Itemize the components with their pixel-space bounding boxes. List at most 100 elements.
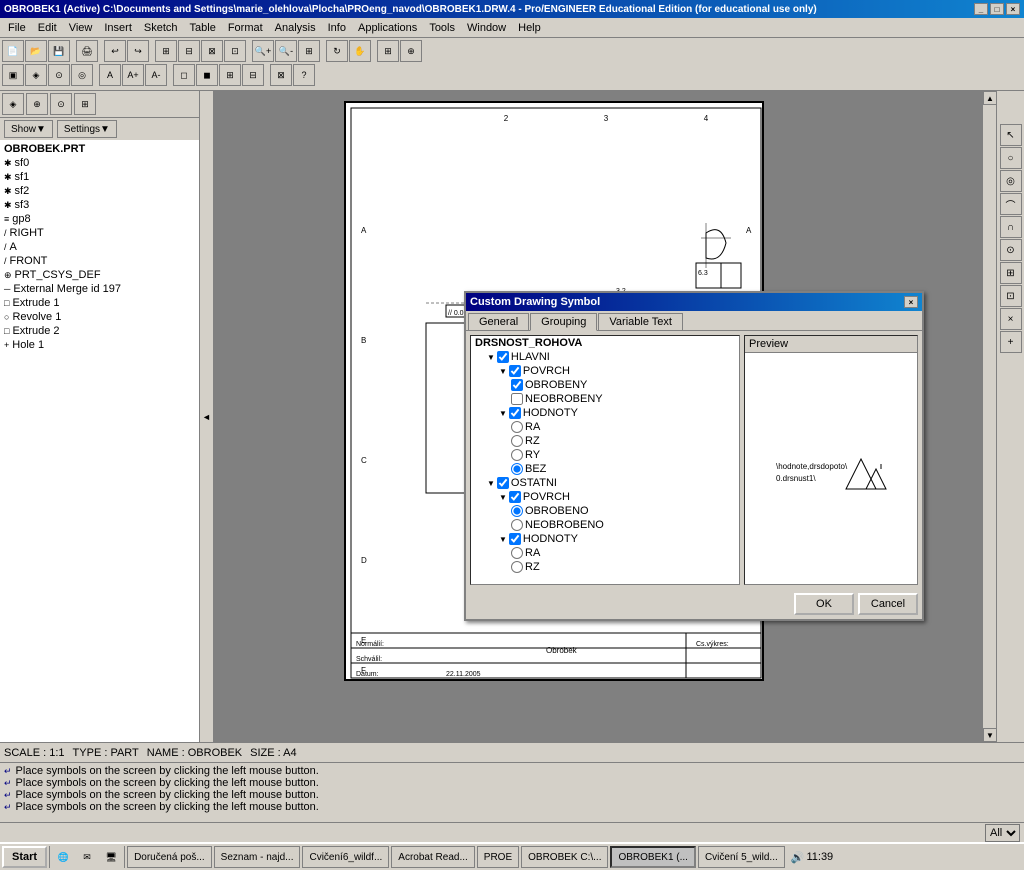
tb-r3[interactable]: ⊙ [48, 64, 70, 86]
rz2-radio[interactable] [511, 561, 523, 573]
tree-ra2[interactable]: RA [471, 546, 739, 560]
tb-b1[interactable]: ⊞ [155, 40, 177, 62]
menu-analysis[interactable]: Analysis [269, 20, 322, 36]
menu-edit[interactable]: Edit [32, 20, 63, 36]
dialog-tree-list[interactable]: DRSNOST_ROHOVA ▼ HLAVNI ▼ POVRCH [470, 335, 740, 585]
hodnoty1-checkbox[interactable] [509, 407, 521, 419]
tb-fit[interactable]: ⊞ [298, 40, 320, 62]
scroll-up[interactable]: ▲ [983, 91, 996, 105]
tree-ry1[interactable]: RY [471, 448, 739, 462]
task-seznam[interactable]: Seznam - najd... [214, 846, 301, 868]
tb-r9[interactable]: ◼ [196, 64, 218, 86]
hodnoty2-checkbox[interactable] [509, 533, 521, 545]
tree-bez[interactable]: BEZ [471, 462, 739, 476]
minimize-button[interactable]: _ [974, 3, 988, 15]
tb-b4[interactable]: ⊡ [224, 40, 246, 62]
lp-tb2[interactable]: ⊕ [26, 93, 48, 115]
tree-rz1[interactable]: RZ [471, 434, 739, 448]
tree-hlavni[interactable]: ▼ HLAVNI [471, 350, 739, 364]
task-obrobek-c[interactable]: OBROBEK C:\... [521, 846, 608, 868]
ostatni-checkbox[interactable] [497, 477, 509, 489]
obrobeno-radio[interactable] [511, 505, 523, 517]
tree-obrobeno[interactable]: OBROBENO [471, 504, 739, 518]
rt-b1[interactable]: ○ [1000, 147, 1022, 169]
tree-neobrobeny[interactable]: NEOBROBENY [471, 392, 739, 406]
tb-r8[interactable]: ◻ [173, 64, 195, 86]
tb-redo[interactable]: ↪ [127, 40, 149, 62]
tb-r10[interactable]: ⊞ [219, 64, 241, 86]
tree-ra1[interactable]: RA [471, 420, 739, 434]
menu-applications[interactable]: Applications [352, 20, 423, 36]
menu-window[interactable]: Window [461, 20, 512, 36]
tree-item-sf3[interactable]: ✱ sf3 [2, 198, 197, 212]
tree-item-extrude2[interactable]: □ Extrude 2 [2, 324, 197, 338]
tree-neobrobeno[interactable]: NEOBROBENO [471, 518, 739, 532]
task-acrobat[interactable]: Acrobat Read... [391, 846, 474, 868]
tb-zoom-out[interactable]: 🔍- [275, 40, 297, 62]
rt-b7[interactable]: ⊡ [1000, 285, 1022, 307]
tree-obrobeny[interactable]: OBROBENY [471, 378, 739, 392]
task-cviceni6[interactable]: Cvičení6_wildf... [302, 846, 389, 868]
tb-r6[interactable]: A+ [122, 64, 144, 86]
tb-r11[interactable]: ⊟ [242, 64, 264, 86]
task-cviceni5[interactable]: Cvičení 5_wild... [698, 846, 785, 868]
povrch2-checkbox[interactable] [509, 491, 521, 503]
rt-b6[interactable]: ⊞ [1000, 262, 1022, 284]
left-collapse-button[interactable]: ◄ [200, 91, 214, 742]
tb-pan[interactable]: ✋ [349, 40, 371, 62]
menu-format[interactable]: Format [222, 20, 269, 36]
tb-r2[interactable]: ◈ [25, 64, 47, 86]
show-button[interactable]: Show▼ [4, 120, 53, 138]
lp-tb1[interactable]: ◈ [2, 93, 24, 115]
povrch1-checkbox[interactable] [509, 365, 521, 377]
ry1-radio[interactable] [511, 449, 523, 461]
menu-insert[interactable]: Insert [98, 20, 138, 36]
tree-item-front[interactable]: / FRONT [2, 254, 197, 268]
quick-show-desktop[interactable]: 🖥 [100, 846, 122, 868]
quick-ie[interactable]: 🌐 [52, 846, 74, 868]
menu-info[interactable]: Info [322, 20, 352, 36]
menu-view[interactable]: View [63, 20, 99, 36]
tb-undo[interactable]: ↩ [104, 40, 126, 62]
lp-tb4[interactable]: ⊞ [74, 93, 96, 115]
tree-item-extrude1[interactable]: □ Extrude 1 [2, 296, 197, 310]
menu-table[interactable]: Table [184, 20, 222, 36]
tree-item-sf2[interactable]: ✱ sf2 [2, 184, 197, 198]
menu-file[interactable]: File [2, 20, 32, 36]
rt-b5[interactable]: ⊙ [1000, 239, 1022, 261]
tb-r7[interactable]: A- [145, 64, 167, 86]
rt-b4[interactable]: ∩ [1000, 216, 1022, 238]
tree-item-csys[interactable]: ⊕ PRT_CSYS_DEF [2, 268, 197, 282]
maximize-button[interactable]: □ [990, 3, 1004, 15]
quick-mail[interactable]: ✉ [76, 846, 98, 868]
drawing-scrollbar[interactable]: ▲ ▼ [982, 91, 996, 742]
tree-hodnoty1[interactable]: ▼ HODNOTY [471, 406, 739, 420]
rt-b9[interactable]: + [1000, 331, 1022, 353]
tree-ostatni[interactable]: ▼ OSTATNI [471, 476, 739, 490]
tb-r4[interactable]: ◎ [71, 64, 93, 86]
tree-item-merge[interactable]: ─ External Merge id 197 [2, 282, 197, 296]
rz1-radio[interactable] [511, 435, 523, 447]
tb-open[interactable]: 📂 [25, 40, 47, 62]
menu-help[interactable]: Help [512, 20, 547, 36]
tb-rotate[interactable]: ↻ [326, 40, 348, 62]
rt-b2[interactable]: ◎ [1000, 170, 1022, 192]
task-proe[interactable]: PROE [477, 846, 519, 868]
filter-select[interactable]: All [985, 824, 1020, 842]
tab-variable-text[interactable]: Variable Text [598, 313, 683, 330]
tab-general[interactable]: General [468, 313, 529, 330]
tree-item-gp8[interactable]: ≡ gp8 [2, 212, 197, 226]
tree-item-revolve1[interactable]: ○ Revolve 1 [2, 310, 197, 324]
tb-r12[interactable]: ⊠ [270, 64, 292, 86]
rt-select[interactable]: ↖ [1000, 124, 1022, 146]
tb-print[interactable]: 🖨 [76, 40, 98, 62]
tab-grouping[interactable]: Grouping [530, 313, 597, 331]
tree-item-hole1[interactable]: + Hole 1 [2, 338, 197, 352]
tree-hodnoty2[interactable]: ▼ HODNOTY [471, 532, 739, 546]
tb-new[interactable]: 📄 [2, 40, 24, 62]
tree-drsnost[interactable]: DRSNOST_ROHOVA [471, 336, 739, 350]
drawing-area[interactable]: 2 3 4 A B C D E F A B [214, 91, 996, 742]
settings-button[interactable]: Settings▼ [57, 120, 117, 138]
start-button[interactable]: Start [2, 846, 47, 868]
tb-b2[interactable]: ⊟ [178, 40, 200, 62]
